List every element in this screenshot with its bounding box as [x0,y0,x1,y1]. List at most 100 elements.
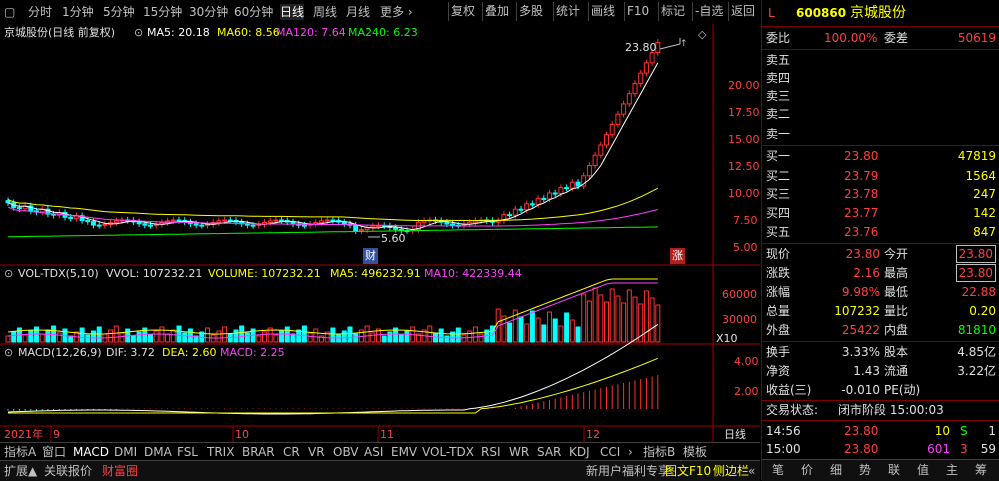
tab-dma[interactable]: DMA [144,444,172,460]
sell-row[interactable]: 卖一 [762,124,999,144]
stats-button[interactable]: 统计 [553,2,582,21]
sell-row[interactable]: 卖三 [762,86,999,106]
kline-chart-area[interactable]: ↑ ◇ 京城股份(日线 前复权) ⊙ MA5: 20.18 MA60: 8.56… [0,24,760,480]
candle-body [324,219,330,222]
f10-button[interactable]: F10 [624,2,651,21]
sell-row[interactable]: 卖五 [762,50,999,70]
tab-macd[interactable]: MACD [73,444,109,460]
period-5min[interactable]: 5分钟 [103,4,135,20]
period-daily-indicator[interactable]: 日线 [724,427,746,443]
multi-stock-button[interactable]: 多股 [516,2,545,21]
tab-bi[interactable]: 笔 [764,462,792,478]
period-weekly[interactable]: 周线 [313,4,337,20]
candle-body [518,208,524,211]
finance-flag[interactable]: 财 [363,248,378,264]
sell-row[interactable]: 卖二 [762,104,999,124]
buy-row[interactable]: 买一 23.80 47819 [762,146,999,166]
macd-dif-label: DIF: 3.72 [106,346,155,359]
collapse-icon[interactable]: « [748,463,755,479]
candle-body [170,219,176,222]
tab-indicator-a[interactable]: 指标A [4,444,36,460]
tab-cci[interactable]: CCI [600,444,620,460]
tab-vol-tdx[interactable]: VOL-TDX [422,444,474,460]
expand-arrow-icon[interactable]: ↑ [680,39,688,49]
kline-chart-svg[interactable]: ↑ ◇ [0,24,760,442]
expand-button[interactable]: 扩展▲ [4,463,37,479]
tab-sar[interactable]: SAR [537,444,561,460]
period-30min[interactable]: 30分钟 [189,4,228,20]
tab-indicator-b[interactable]: 指标B [643,444,675,460]
weibi-value: 100.00% [824,31,878,45]
tab-xi[interactable]: 细 [822,462,850,478]
tab-obv[interactable]: OBV [333,444,359,460]
vol-settings-icon[interactable]: ⊙ [4,266,13,282]
tab-lian[interactable]: 联 [880,462,908,478]
tab-zhi[interactable]: 值 [909,462,937,478]
draw-button[interactable]: 画线 [588,2,617,21]
volume-bar [626,289,632,343]
wealth-circle-tab[interactable]: 财富圈 [102,463,138,479]
period-monthly[interactable]: 月线 [346,4,370,20]
volume-bar [632,296,638,343]
buy-row[interactable]: 买三 23.78 247 [762,184,999,204]
candle-body [5,200,11,204]
diamond-icon[interactable]: ◇ [698,28,707,41]
buy-row[interactable]: 买四 23.77 142 [762,203,999,223]
limit-up-flag[interactable]: 涨 [670,248,685,264]
tab-emv[interactable]: EMV [391,444,417,460]
tab-template[interactable]: 模板 [683,444,707,460]
tab-vr[interactable]: VR [308,444,325,460]
ma-settings-icon[interactable]: ⊙ [134,25,143,41]
related-quotes-tab[interactable]: 关联报价 [44,463,92,479]
period-1min[interactable]: 1分钟 [62,4,94,20]
checkbox-icon[interactable]: ▢ [4,4,15,20]
volume-bar [182,332,188,343]
volume-bar [262,331,267,343]
tab-cr[interactable]: CR [283,444,300,460]
volume-bar [22,334,28,343]
candle-body [393,227,399,230]
candle-body [113,220,119,224]
sidebar-toggle[interactable]: 侧边栏 [713,463,749,479]
tab-rsi[interactable]: RSI [481,444,501,460]
new-user-benefit-link[interactable]: 新用户福利专享 [586,463,670,479]
volume-bar [165,333,171,343]
fuquan-button[interactable]: 复权 [448,2,477,21]
volume-bar [558,325,564,343]
tab-trix[interactable]: TRIX [207,444,234,460]
tab-window[interactable]: 窗口 [42,444,66,460]
tab-fsl[interactable]: FSL [177,444,198,460]
volume-bar [604,301,609,343]
indicator-tab-bar: 指标A 窗口 MACD DMI DMA FSL TRIX BRAR CR VR … [0,442,760,461]
macd-settings-icon[interactable]: ⊙ [4,345,13,361]
period-more[interactable]: 更多 › [380,4,413,20]
tab-jia[interactable]: 价 [793,462,821,478]
tab-kdj[interactable]: KDJ [569,444,590,460]
tab-more-arrow[interactable]: › [628,444,633,460]
period-60min[interactable]: 60分钟 [234,4,273,20]
remove-watchlist-button[interactable]: -自选 [692,2,725,21]
buy-row[interactable]: 买五 23.76 847 [762,222,999,242]
period-daily[interactable]: 日线 [280,4,305,20]
tab-wr[interactable]: WR [509,444,529,460]
overlay-button[interactable]: 叠加 [482,2,511,21]
period-15min[interactable]: 15分钟 [143,4,182,20]
volume-bar [51,325,57,343]
tab-chou[interactable]: 筹 [967,462,995,478]
sell-row[interactable]: 卖四 [762,68,999,88]
mark-button[interactable]: 标记 [658,2,687,21]
period-fenshi[interactable]: 分时 [28,4,52,20]
volume-bar [461,334,467,343]
tab-zhu[interactable]: 主 [938,462,966,478]
tab-brar[interactable]: BRAR [242,444,275,460]
candle-body [85,220,91,223]
tab-shi[interactable]: 势 [851,462,879,478]
tab-dmi[interactable]: DMI [114,444,137,460]
tab-asi[interactable]: ASI [364,444,383,460]
volume-bar [581,293,587,343]
quote-header: L 600860 京城股份 [762,2,999,24]
back-button[interactable]: 返回 [728,2,757,21]
volume-bar [535,317,541,343]
f10-graphic-tab[interactable]: 图文F10 [665,463,711,479]
buy-row[interactable]: 买二 23.79 1564 [762,166,999,186]
